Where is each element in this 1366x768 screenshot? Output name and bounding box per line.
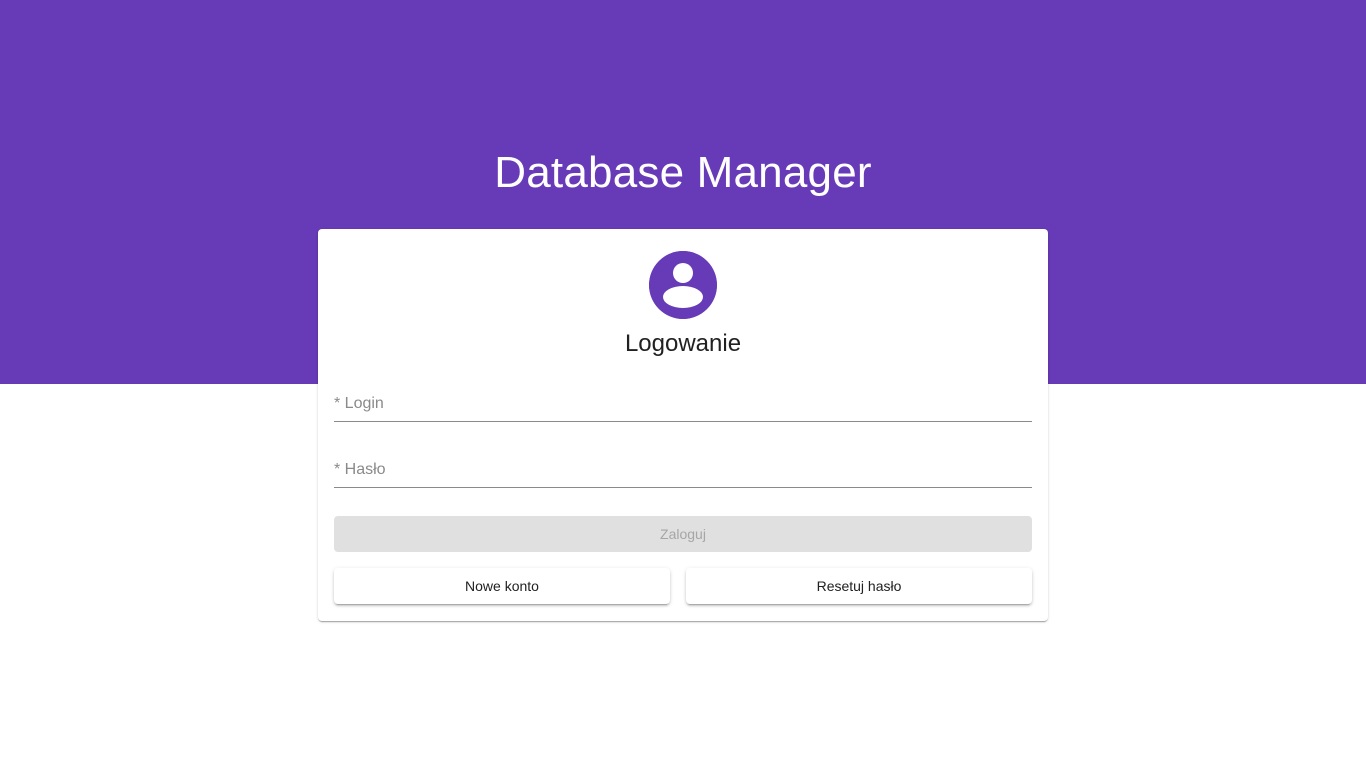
account-circle-icon (649, 251, 717, 319)
login-input[interactable] (334, 390, 1032, 421)
reset-password-button[interactable]: Resetuj hasło (686, 568, 1032, 604)
login-title: Logowanie (624, 330, 742, 357)
login-field (334, 390, 1032, 422)
login-button[interactable]: Zaloguj (334, 516, 1032, 552)
password-field (334, 456, 1032, 488)
password-input[interactable] (334, 456, 1032, 487)
app-title: Database Manager (494, 148, 872, 197)
login-card: Logowanie Zaloguj Nowe konto Resetuj has… (318, 229, 1048, 621)
new-account-button[interactable]: Nowe konto (334, 568, 670, 604)
